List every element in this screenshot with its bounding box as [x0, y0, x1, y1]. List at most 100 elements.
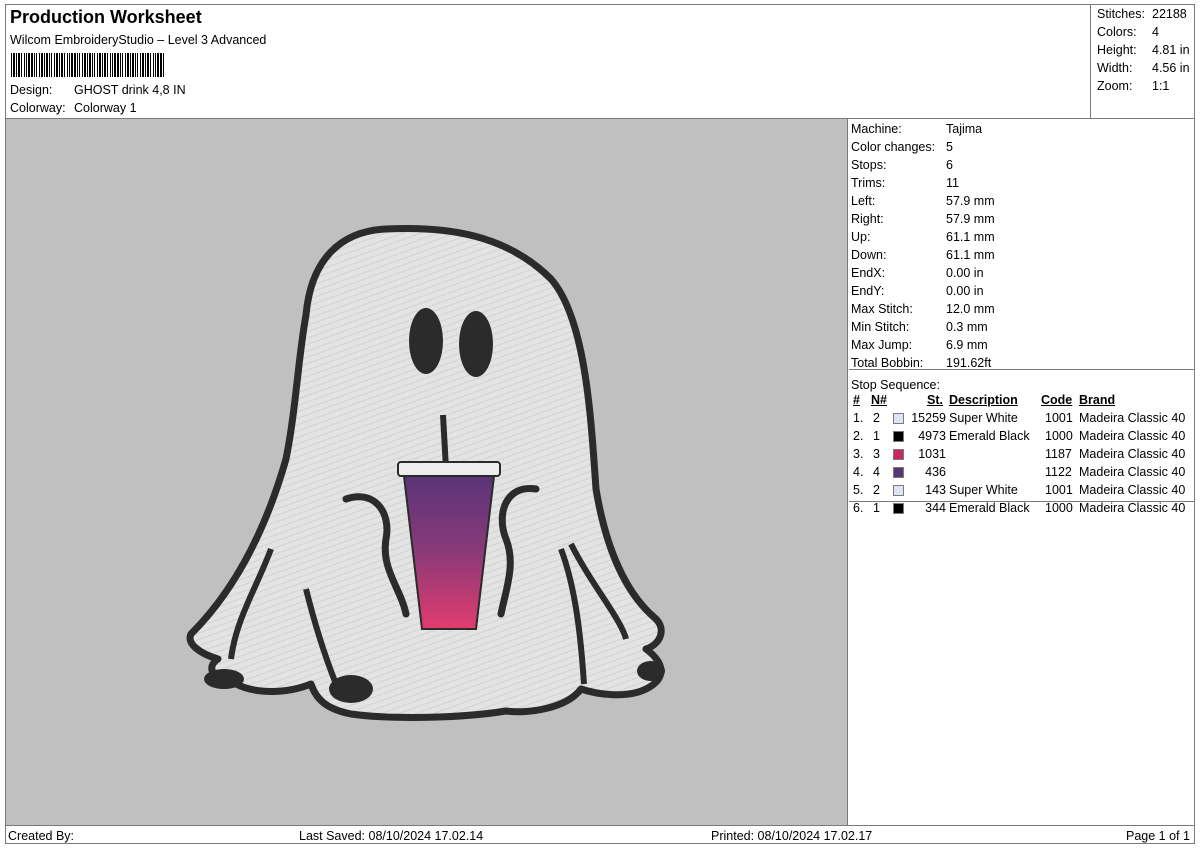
machine-info-label: EndY:: [851, 284, 885, 298]
design-preview: [6, 119, 848, 826]
barcode-bar: [89, 53, 91, 77]
software-name: Wilcom EmbroideryStudio – Level 3 Advanc…: [10, 33, 267, 47]
barcode-bar: [97, 53, 98, 77]
machine-info-value: 12.0 mm: [946, 302, 995, 316]
ghost-hem-right: [637, 661, 665, 681]
barcode-bar: [39, 53, 40, 77]
barcode-bar: [135, 53, 136, 77]
barcode-bar: [114, 53, 116, 77]
design-name: GHOST drink 4,8 IN: [74, 83, 186, 97]
barcode-bar: [69, 53, 70, 77]
colors-label: Colors:: [1097, 25, 1137, 39]
barcode-bar: [150, 53, 151, 77]
thread-brand: Madeira Classic 40: [1079, 411, 1186, 425]
barcode-bar: [87, 53, 88, 77]
barcode-bar: [34, 53, 35, 77]
row-number: 3.: [853, 447, 864, 461]
col-num: #: [853, 393, 860, 407]
last-saved: Last Saved: 08/10/2024 17.02.14: [299, 829, 484, 843]
barcode-bar: [51, 53, 52, 77]
header: Production Worksheet Wilcom EmbroiderySt…: [6, 5, 1091, 119]
needle-number: 1: [873, 429, 880, 443]
created-by: Created By:: [8, 829, 75, 843]
machine-info-value: 6: [946, 158, 953, 172]
barcode-bar: [104, 53, 106, 77]
barcode-bar: [41, 53, 43, 77]
machine-info-row: Up: 61.1 mm: [851, 230, 995, 244]
row-number: 2.: [853, 429, 864, 443]
machine-info-value: 61.1 mm: [946, 248, 995, 262]
machine-info-row: EndY: 0.00 in: [851, 284, 984, 298]
zoom-value: 1:1: [1152, 79, 1170, 93]
machine-info-label: Min Stitch:: [851, 320, 910, 334]
barcode-bar: [36, 53, 37, 77]
barcode-bar: [117, 53, 119, 77]
thread-brand: Madeira Classic 40: [1079, 447, 1186, 461]
barcode-bar: [160, 53, 162, 77]
barcode-bar: [79, 53, 80, 77]
thread-description: Emerald Black: [949, 429, 1030, 443]
barcode-bar: [102, 53, 103, 77]
thread-color-swatch: [893, 449, 904, 460]
stitch-count: 436: [925, 465, 946, 479]
colorway-name: Colorway 1: [74, 101, 137, 115]
needle-number: 3: [873, 447, 880, 461]
barcode-bar: [56, 53, 58, 77]
barcode-bar: [13, 53, 15, 77]
thread-code: 1122: [1045, 465, 1072, 479]
design-label: Design:: [10, 83, 53, 97]
worksheet: Production Worksheet Wilcom EmbroiderySt…: [5, 4, 1195, 844]
thread-color-swatch: [893, 431, 904, 442]
colorway-label: Colorway:: [10, 101, 66, 115]
stop-sequence-row: 5. 2 143 Super White 1001 Madeira Classic 40: [849, 483, 1194, 501]
barcode-bar: [147, 53, 149, 77]
height-value: 4.81 in: [1152, 43, 1190, 57]
row-number: 6.: [853, 501, 864, 515]
machine-info-row: Total Bobbin: 191.62ft: [851, 356, 991, 370]
stop-sequence-row: 3. 3 1031 1187 Madeira Classic 40: [849, 447, 1194, 465]
machine-info-row: Max Jump: 6.9 mm: [851, 338, 988, 352]
page-number: Page 1 of 1: [1126, 829, 1190, 843]
ghost-hem-left: [204, 669, 244, 689]
row-number: 5.: [853, 483, 864, 497]
barcode: [11, 53, 164, 77]
stitch-count: 143: [925, 483, 946, 497]
machine-info-label: Trims:: [851, 176, 886, 190]
col-needle: N#: [871, 393, 887, 407]
machine-info-value: 57.9 mm: [946, 194, 995, 208]
machine-info-row: Left: 57.9 mm: [851, 194, 995, 208]
barcode-bar: [16, 53, 17, 77]
row-number: 1.: [853, 411, 864, 425]
footer: Created By: Last Saved: 08/10/2024 17.02…: [6, 825, 1194, 843]
thread-brand: Madeira Classic 40: [1079, 501, 1186, 515]
stitch-count: 4973: [918, 429, 946, 443]
barcode-bar: [77, 53, 78, 77]
page-title: Production Worksheet: [10, 7, 202, 27]
machine-info-row: Trims: 11: [851, 176, 959, 190]
barcode-bar: [44, 53, 45, 77]
thread-color-swatch: [893, 503, 904, 514]
barcode-bar: [61, 53, 63, 77]
barcode-bar: [110, 53, 111, 77]
info-panel: Stop Sequence: # N# St. Description Code…: [849, 119, 1194, 826]
machine-info-label: Total Bobbin:: [851, 356, 924, 370]
machine-info-label: Right:: [851, 212, 884, 226]
thread-code: 1000: [1045, 501, 1073, 515]
barcode-bar: [137, 53, 138, 77]
machine-info-row: Down: 61.1 mm: [851, 248, 995, 262]
needle-number: 2: [873, 483, 880, 497]
stitch-count: 1031: [918, 447, 946, 461]
cup-lid: [397, 461, 501, 477]
stitch-count: 15259: [911, 411, 946, 425]
machine-info-label: Left:: [851, 194, 876, 208]
barcode-bar: [122, 53, 123, 77]
thread-code: 1001: [1045, 483, 1073, 497]
machine-info-row: Machine: Tajima: [851, 122, 982, 136]
stop-sequence-row: 2. 1 4973 Emerald Black 1000 Madeira Classic …: [849, 429, 1194, 447]
zoom-label: Zoom:: [1097, 79, 1133, 93]
machine-info-label: Stops:: [851, 158, 887, 172]
barcode-bar: [71, 53, 73, 77]
thread-color-swatch: [893, 467, 904, 478]
barcode-bar: [82, 53, 83, 77]
width-value: 4.56 in: [1152, 61, 1190, 75]
